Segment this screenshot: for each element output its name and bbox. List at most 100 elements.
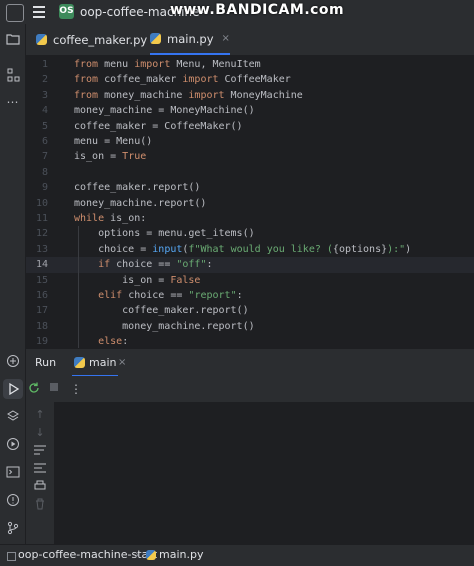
code-line[interactable]: 12 options = menu.get_items() xyxy=(26,226,474,241)
python-console-icon[interactable] xyxy=(5,354,20,369)
run-console[interactable] xyxy=(54,402,474,544)
code-text: coffee_maker.report() xyxy=(74,305,249,317)
python-icon xyxy=(146,550,156,560)
tab-label: main.py xyxy=(167,31,214,46)
line-number: 5 xyxy=(41,120,48,132)
project-icon xyxy=(7,552,16,561)
line-number: 7 xyxy=(41,151,48,163)
python-icon xyxy=(74,356,85,368)
trash-icon[interactable] xyxy=(32,498,48,512)
line-number: 8 xyxy=(41,166,48,178)
run-panel-title: Run xyxy=(35,356,57,369)
code-line[interactable]: 7 is_on = True xyxy=(26,149,474,164)
code-text: is_on = True xyxy=(74,151,147,163)
code-text: menu = Menu() xyxy=(74,136,153,147)
left-toolbar: ⋯ xyxy=(0,24,26,544)
code-line[interactable]: 16 elif choice == "report": xyxy=(26,288,474,303)
line-number: 1 xyxy=(41,59,48,70)
status-bar: oop-coffee-machine-start › main.py xyxy=(0,544,474,566)
code-line[interactable]: 9 coffee_maker.report() xyxy=(26,180,474,195)
run-icon xyxy=(9,382,20,396)
tab-main[interactable]: main.py × xyxy=(150,24,230,55)
code-text: options = menu.get_items() xyxy=(74,228,255,240)
close-icon[interactable]: × xyxy=(222,33,230,44)
code-text: else: xyxy=(98,336,129,348)
line-number: 18 xyxy=(35,320,48,332)
run-toolbar: ⋮ xyxy=(26,376,474,403)
code-line[interactable]: 1 from menu import Menu, MenuItem xyxy=(26,57,474,72)
problems-icon[interactable] xyxy=(5,493,20,508)
code-text: if choice == "off": xyxy=(98,259,213,271)
structure-icon[interactable] xyxy=(5,68,20,83)
code-text: elif choice == "report": xyxy=(98,290,243,301)
code-text: coffee_maker = CoffeeMaker() xyxy=(74,120,243,132)
terminal-icon[interactable] xyxy=(5,465,20,480)
code-text: money_machine = MoneyMachine() xyxy=(74,105,255,117)
scroll-end-icon[interactable] xyxy=(32,462,48,476)
code-text: from coffee_maker import CoffeeMaker xyxy=(74,74,291,86)
close-icon[interactable]: × xyxy=(118,357,126,368)
scroll-up-icon[interactable]: ↑ xyxy=(32,408,48,422)
code-line[interactable]: 4 money_machine = MoneyMachine() xyxy=(26,103,474,118)
scroll-down-icon[interactable]: ↓ xyxy=(32,426,48,440)
code-line[interactable]: 3 from money_machine import MoneyMachine xyxy=(26,88,474,103)
python-icon xyxy=(36,34,47,45)
layers-icon[interactable] xyxy=(5,409,20,424)
line-number: 19 xyxy=(35,336,48,348)
line-number: 6 xyxy=(41,136,48,147)
rerun-icon[interactable] xyxy=(26,381,42,397)
soft-wrap-icon[interactable] xyxy=(32,444,48,458)
code-line[interactable]: 10 money_machine.report() xyxy=(26,196,474,211)
title-bar: OS oop-coffee-machine- www.BANDICAM.com xyxy=(0,0,474,24)
editor-tabs: coffee_maker.py main.py × xyxy=(26,24,474,56)
code-editor[interactable]: 1 from menu import Menu, MenuItem 2 from co… xyxy=(26,55,474,348)
code-text: money_machine.report() xyxy=(74,320,255,332)
code-line[interactable]: 8 xyxy=(26,165,474,180)
code-line[interactable]: 2 from coffee_maker import CoffeeMaker xyxy=(26,72,474,87)
line-number: 4 xyxy=(41,105,48,117)
line-number: 2 xyxy=(41,74,48,86)
folder-icon[interactable] xyxy=(5,33,20,48)
run-side-toolbar: ↑ ↓ xyxy=(26,402,54,544)
line-number: 10 xyxy=(35,197,48,209)
watermark: www.BANDICAM.com xyxy=(170,2,345,18)
indent-guide xyxy=(78,226,79,348)
menu-icon[interactable] xyxy=(33,6,45,18)
code-text: money_machine.report() xyxy=(74,197,207,209)
code-text: is_on = False xyxy=(74,274,201,286)
tab-coffee-maker[interactable]: coffee_maker.py xyxy=(36,24,147,55)
line-number: 3 xyxy=(41,89,48,101)
debug-icon[interactable] xyxy=(5,437,20,452)
code-line[interactable]: 11 while is_on: xyxy=(26,211,474,226)
kebab-menu-icon[interactable]: ⋮ xyxy=(68,381,84,397)
tab-label: coffee_maker.py xyxy=(53,32,148,47)
git-icon[interactable] xyxy=(5,521,20,536)
code-text: from money_machine import MoneyMachine xyxy=(74,89,303,101)
line-number: 11 xyxy=(35,213,48,224)
code-line[interactable]: 17 coffee_maker.report() xyxy=(26,303,474,318)
line-number: 13 xyxy=(35,243,48,255)
breadcrumb-file[interactable]: main.py xyxy=(159,548,203,561)
code-line[interactable]: 6 menu = Menu() xyxy=(26,134,474,149)
app-logo xyxy=(6,4,24,22)
line-number: 15 xyxy=(35,274,48,286)
code-line[interactable]: 19 else: xyxy=(26,334,474,348)
run-tab-label: main xyxy=(89,355,117,369)
breadcrumb-separator: › xyxy=(135,548,140,561)
stop-icon[interactable] xyxy=(46,381,62,397)
code-line[interactable]: 18 money_machine.report() xyxy=(26,319,474,334)
code-text: from menu import Menu, MenuItem xyxy=(74,59,261,70)
line-number: 12 xyxy=(35,228,48,240)
code-line[interactable]: 13 choice = input(f"What would you like?… xyxy=(26,242,474,257)
run-button[interactable] xyxy=(3,379,23,399)
more-icon[interactable]: ⋯ xyxy=(5,95,20,110)
code-line[interactable]: 5 coffee_maker = CoffeeMaker() xyxy=(26,119,474,134)
code-line[interactable]: 15 is_on = False xyxy=(26,273,474,288)
line-number: 14 xyxy=(35,259,48,271)
code-line[interactable]: 14 if choice == "off": xyxy=(26,257,474,273)
code-text: choice = input(f"What would you like? ({… xyxy=(74,243,412,255)
print-icon[interactable] xyxy=(32,480,48,494)
run-tab-main[interactable]: main xyxy=(72,349,119,377)
line-number: 9 xyxy=(41,182,48,194)
project-badge[interactable]: OS xyxy=(59,4,74,19)
